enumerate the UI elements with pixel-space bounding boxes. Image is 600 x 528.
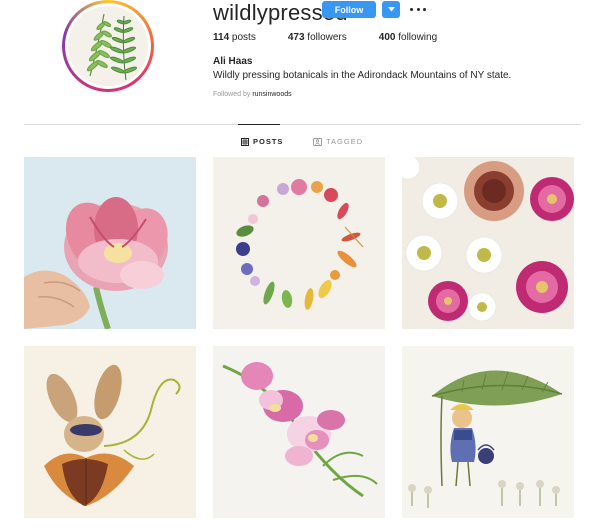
followed-by-user-link[interactable]: runsinwoods	[252, 91, 291, 98]
more-dot	[423, 7, 426, 11]
followers-count-value: 473	[287, 32, 305, 43]
more-dot	[416, 7, 420, 11]
posts-count: 114 posts	[213, 32, 256, 43]
tab-tagged[interactable]: TAGGED	[313, 137, 363, 146]
grid-icon	[241, 137, 249, 146]
followers-count-label: followers	[307, 32, 347, 43]
avatar-inner	[65, 3, 151, 89]
more-dot	[410, 7, 413, 11]
tagged-person-icon	[313, 137, 322, 146]
tab-posts[interactable]: POSTS	[241, 137, 283, 146]
post-tile-wreath[interactable]	[213, 157, 385, 329]
post-tile-leaf-umbrella[interactable]	[402, 346, 574, 518]
tulip-in-hand-photo	[24, 157, 196, 329]
profile-bio: Wildly pressing botanicals in the Adiron…	[213, 70, 512, 81]
botanical-girl-umbrella-photo	[402, 346, 574, 518]
tab-posts-label: POSTS	[253, 137, 284, 146]
followed-by-prefix: Followed by	[213, 91, 251, 98]
botanical-bunny-photo	[24, 346, 196, 518]
tab-tagged-label: TAGGED	[326, 137, 364, 146]
following-count-label: following	[398, 32, 438, 43]
post-tile-bunny[interactable]	[24, 346, 196, 518]
following-link[interactable]: 400 following	[379, 32, 437, 43]
pink-freesia-photo	[213, 346, 385, 518]
followers-link[interactable]: 473 followers	[288, 32, 347, 43]
active-tab-indicator	[238, 124, 280, 125]
post-tile-tulip[interactable]	[24, 157, 196, 329]
post-tile-freesia[interactable]	[213, 346, 385, 518]
suggested-dropdown-button[interactable]	[382, 1, 400, 18]
profile-stats: 114 posts 473 followers 400 following	[213, 32, 469, 43]
profile-avatar[interactable]	[62, 0, 154, 92]
chevron-down-icon	[387, 7, 395, 12]
followed-by: Followed by runsinwoods	[213, 91, 292, 98]
profile-full-name: Ali Haas	[213, 56, 253, 67]
pressed-flower-wreath-photo	[213, 157, 385, 329]
following-count-value: 400	[378, 32, 396, 43]
posts-count-value: 114	[213, 32, 230, 43]
pressed-daisies-photo	[402, 157, 574, 329]
follow-button[interactable]: Follow	[322, 1, 376, 18]
tabs-divider	[24, 124, 581, 125]
more-options-icon[interactable]	[410, 2, 426, 16]
fern-avatar-icon	[68, 6, 148, 86]
posts-count-label: posts	[231, 32, 256, 43]
post-tile-daisies[interactable]	[402, 157, 574, 329]
